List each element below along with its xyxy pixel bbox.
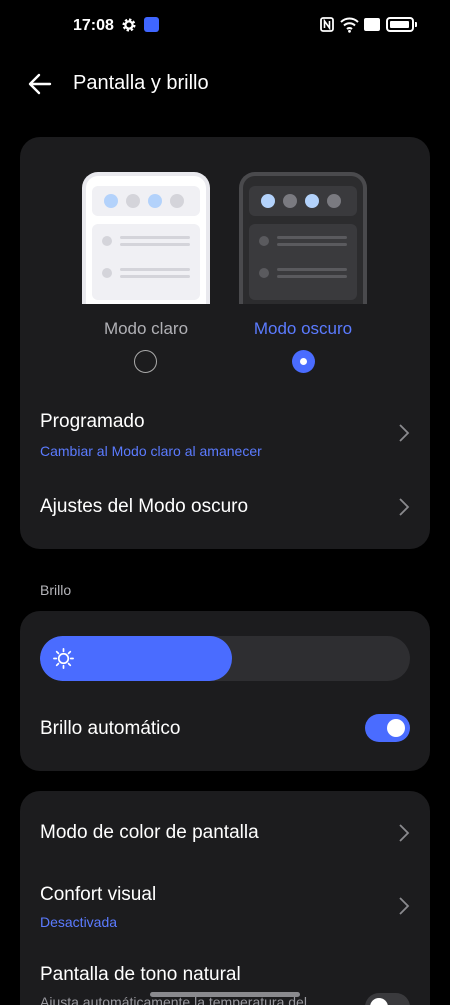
light-mode-label: Modo claro [103, 319, 189, 338]
brightness-section-label: Brillo [40, 582, 72, 598]
brightness-slider[interactable] [40, 636, 410, 681]
preview-header [92, 186, 200, 216]
preview-list [92, 224, 200, 300]
app-notification-icon [144, 17, 159, 32]
preview-list [249, 224, 357, 300]
battery-icon [386, 17, 417, 32]
wifi-icon [340, 17, 359, 33]
chevron-right-icon [399, 424, 410, 442]
chevron-right-icon [399, 498, 410, 516]
auto-brightness-label: Brillo automático [40, 718, 181, 739]
auto-brightness-toggle[interactable] [365, 714, 410, 742]
gear-icon [122, 18, 136, 32]
status-bar: 17:08 [0, 0, 450, 52]
dark-mode-radio[interactable] [292, 350, 315, 373]
dark-mode-settings-row[interactable]: Ajustes del Modo oscuro [20, 477, 430, 537]
chevron-right-icon [399, 824, 410, 842]
preview-header [249, 186, 357, 216]
natural-tone-toggle[interactable] [365, 993, 410, 1005]
back-arrow-icon[interactable] [26, 70, 54, 98]
visual-comfort-title: Confort visual [40, 884, 157, 905]
visual-comfort-subtitle: Desactivada [40, 914, 118, 930]
natural-tone-title: Pantalla de tono natural [40, 964, 241, 985]
scheduled-subtitle: Cambiar al Modo claro al amanecer [40, 443, 262, 459]
light-mode-preview[interactable] [82, 172, 210, 304]
chevron-right-icon [399, 897, 410, 915]
visual-comfort-row[interactable]: Confort visual Desactivada [20, 871, 430, 941]
light-mode-radio[interactable] [134, 350, 157, 373]
dark-mode-settings-title: Ajustes del Modo oscuro [40, 496, 249, 517]
sim-off-icon [364, 18, 380, 31]
display-card: Modo de color de pantalla Confort visual… [20, 791, 430, 1005]
home-indicator[interactable] [150, 992, 300, 997]
dark-mode-label: Modo oscuro [253, 319, 353, 338]
page-title: Pantalla y brillo [73, 72, 209, 94]
brightness-card: Brillo automático [20, 611, 430, 771]
sun-icon [53, 648, 74, 669]
nfc-icon [320, 17, 334, 32]
theme-card: Modo claro Modo oscuro Programado Cambia… [20, 137, 430, 549]
color-mode-row[interactable]: Modo de color de pantalla [20, 803, 430, 863]
scheduled-row[interactable]: Programado Cambiar al Modo claro al aman… [20, 399, 430, 467]
status-time: 17:08 [73, 17, 114, 34]
scheduled-title: Programado [40, 411, 145, 432]
dark-mode-preview[interactable] [239, 172, 367, 304]
color-mode-title: Modo de color de pantalla [40, 822, 259, 843]
